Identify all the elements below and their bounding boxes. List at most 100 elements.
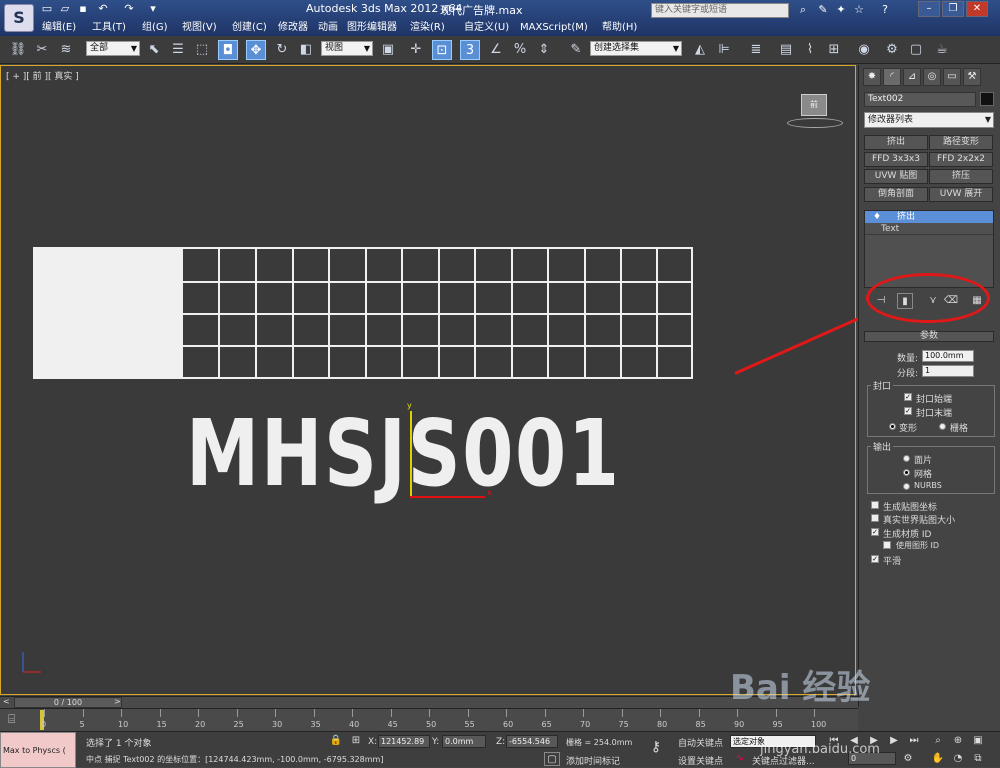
gen-map-coords-checkbox[interactable]: [871, 501, 879, 509]
mini-curve-editor-icon[interactable]: ⌸: [8, 712, 15, 727]
menu-rendering[interactable]: 渲染(R): [410, 19, 445, 36]
modify-tab-icon[interactable]: ◜: [883, 68, 901, 86]
ref-coord-dropdown[interactable]: 视图 ▼: [321, 41, 373, 56]
scale-icon[interactable]: ◧: [296, 40, 316, 60]
viewcube[interactable]: 前: [801, 94, 827, 116]
morph-radio[interactable]: [889, 423, 896, 430]
render-setup-icon[interactable]: ⚙: [882, 40, 902, 60]
absolute-mode-icon[interactable]: ⊞: [348, 734, 364, 748]
binoculars-icon[interactable]: ⌕: [795, 2, 811, 18]
unlink-icon[interactable]: ✂: [32, 40, 52, 60]
keyboard-shortcut-icon[interactable]: ⊡: [432, 40, 452, 60]
menu-group[interactable]: 组(G): [142, 19, 168, 36]
minimize-button[interactable]: –: [918, 1, 940, 17]
mod-extrude-button[interactable]: 挤出: [864, 135, 928, 150]
mod-path-deform-button[interactable]: 路径变形: [929, 135, 993, 150]
schematic-icon[interactable]: ⊞: [824, 40, 844, 60]
layer-icon[interactable]: ≣: [746, 40, 766, 60]
auto-key-button[interactable]: 自动关键点: [678, 736, 723, 749]
parameters-rollout-header[interactable]: 参数: [864, 331, 994, 342]
mod-ffd333-button[interactable]: FFD 3x3x3: [864, 152, 928, 167]
help-icon[interactable]: ?: [877, 2, 893, 18]
prev-frame-icon[interactable]: <: [3, 697, 10, 706]
tools-icon[interactable]: ✎: [815, 2, 831, 18]
restore-button[interactable]: ❐: [942, 1, 964, 17]
mod-ffd222-button[interactable]: FFD 2x2x2: [929, 152, 993, 167]
mod-uvw-map-button[interactable]: UVW 贴图: [864, 169, 928, 184]
smooth-checkbox[interactable]: ✓: [871, 555, 879, 563]
menu-help[interactable]: 帮助(H): [602, 19, 637, 36]
quick-access-dropdown-icon[interactable]: ▾: [146, 2, 160, 16]
hierarchy-tab-icon[interactable]: ⊿: [903, 68, 921, 86]
subscription-icon[interactable]: ✦: [833, 2, 849, 18]
window-crossing-icon[interactable]: ◘: [218, 40, 238, 60]
lightbulb-icon[interactable]: ♦: [873, 212, 881, 222]
use-shape-ids-checkbox[interactable]: [883, 541, 891, 549]
object-color-swatch[interactable]: [980, 92, 994, 106]
link-icon[interactable]: ⛓: [8, 40, 28, 60]
app-logo-icon[interactable]: S: [4, 4, 34, 32]
utilities-tab-icon[interactable]: ⚒: [963, 68, 981, 86]
x-coordinate-field[interactable]: 121452.89: [378, 735, 430, 748]
move-gizmo-y-axis[interactable]: [410, 411, 412, 496]
menu-create[interactable]: 创建(C): [232, 19, 267, 36]
gen-mat-ids-checkbox[interactable]: ✓: [871, 528, 879, 536]
billboard-solid-panel[interactable]: [33, 247, 181, 379]
mesh-radio[interactable]: [903, 469, 910, 476]
menu-modifiers[interactable]: 修改器: [278, 19, 308, 36]
save-icon[interactable]: ▪: [76, 2, 90, 16]
stack-item-extrude[interactable]: 挤出: [865, 211, 993, 223]
viewport-front[interactable]: [ + ][ 前 ][ 真实 ] 前 MHSJS001 x y: [0, 65, 856, 695]
object-name-field[interactable]: Text002: [864, 92, 976, 107]
move-gizmo-x-axis[interactable]: [410, 496, 485, 498]
amount-spinner[interactable]: 100.0mm: [922, 350, 974, 362]
rendered-frame-icon[interactable]: ▢: [906, 40, 926, 60]
curve-editor-icon[interactable]: ⌇: [800, 40, 820, 60]
redo-icon[interactable]: ↷: [122, 2, 136, 16]
real-world-map-checkbox[interactable]: [871, 514, 879, 522]
edit-named-sel-icon[interactable]: ✎: [566, 40, 586, 60]
zoom-extents-icon[interactable]: ▣: [970, 734, 986, 748]
menu-animation[interactable]: 动画: [318, 19, 338, 36]
menu-edit[interactable]: 编辑(E): [42, 19, 76, 36]
key-icon[interactable]: ⚷: [648, 740, 664, 754]
render-icon[interactable]: ☕: [932, 40, 952, 60]
rect-region-icon[interactable]: ⬚: [192, 40, 212, 60]
named-selection-dropdown[interactable]: 创建选择集 ▼: [590, 41, 682, 56]
viewcube-ring[interactable]: [787, 118, 843, 128]
patch-radio[interactable]: [903, 455, 910, 462]
set-key-button[interactable]: 设置关键点: [678, 754, 723, 767]
select-icon[interactable]: ⬉: [144, 40, 164, 60]
maxscript-listener[interactable]: Max to Physcs (: [0, 732, 76, 768]
search-input[interactable]: 键入关键字或短语: [651, 3, 789, 18]
new-file-icon[interactable]: ▭: [40, 2, 54, 16]
align-icon[interactable]: ⊫: [714, 40, 734, 60]
rotate-icon[interactable]: ↻: [272, 40, 292, 60]
segments-spinner[interactable]: 1: [922, 365, 974, 377]
star-icon[interactable]: ☆: [851, 2, 867, 18]
time-tag-icon[interactable]: ▢: [544, 752, 560, 766]
viewport-label[interactable]: [ + ][ 前 ][ 真实 ]: [6, 69, 79, 82]
time-slider-thumb[interactable]: 0 / 100: [14, 697, 122, 708]
material-editor-icon[interactable]: ◉: [854, 40, 874, 60]
modifier-list-dropdown[interactable]: 修改器列表 ▼: [864, 112, 994, 128]
spinner-snap-icon[interactable]: ⇕: [534, 40, 554, 60]
mod-squeeze-button[interactable]: 挤压: [929, 169, 993, 184]
y-coordinate-field[interactable]: 0.0mm: [442, 735, 486, 748]
bind-icon[interactable]: ≋: [56, 40, 76, 60]
menu-tools[interactable]: 工具(T): [92, 19, 126, 36]
menu-customize[interactable]: 自定义(U): [464, 19, 509, 36]
mod-bevel-profile-button[interactable]: 倒角剖面: [864, 187, 928, 202]
cap-end-checkbox[interactable]: ✓: [904, 407, 912, 415]
menu-views[interactable]: 视图(V): [182, 19, 217, 36]
mirror-icon[interactable]: ◭: [690, 40, 710, 60]
manipulate-icon[interactable]: ✛: [406, 40, 426, 60]
graphite-icon[interactable]: ▤: [776, 40, 796, 60]
angle-snap-icon[interactable]: ∠: [486, 40, 506, 60]
percent-snap-icon[interactable]: %: [510, 40, 530, 60]
cap-start-checkbox[interactable]: ✓: [904, 393, 912, 401]
lock-selection-icon[interactable]: 🔒: [328, 734, 344, 748]
selection-filter-dropdown[interactable]: 全部 ▼: [86, 41, 140, 56]
pivot-icon[interactable]: ▣: [378, 40, 398, 60]
nurbs-radio[interactable]: [903, 483, 910, 490]
